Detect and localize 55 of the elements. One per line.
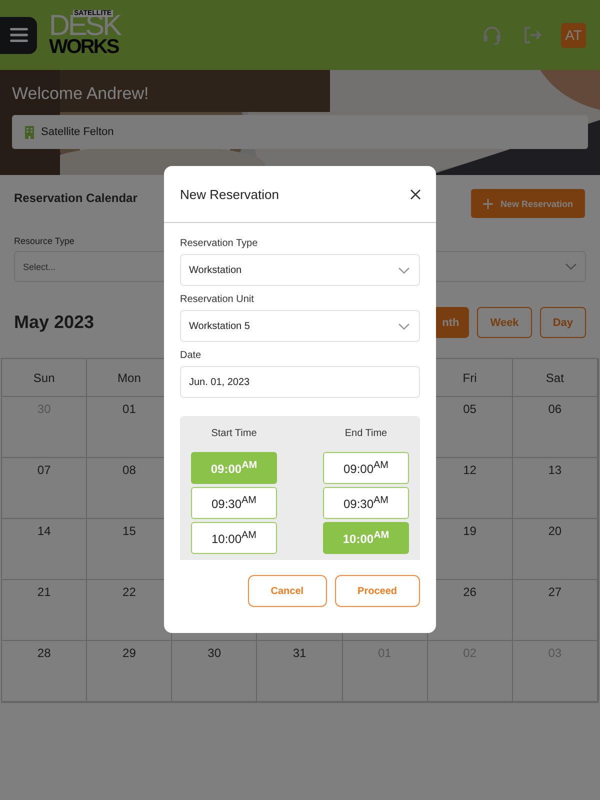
location-field[interactable]: Satellite Felton [12,115,588,149]
column-heading: End Time [344,428,388,439]
day-number: 21 [37,585,51,599]
day-number: 06 [548,402,562,416]
calendar-cell[interactable]: 31 [257,641,343,702]
calendar-cell[interactable]: 29 [87,641,172,702]
day-number: 22 [122,585,136,599]
location-text: Satellite Felton [41,126,114,138]
weekday-label: Fri [462,370,477,384]
calendar-cell[interactable]: 30 [172,641,258,702]
dialog-title: New Reservation [180,186,279,202]
day-number: 29 [122,646,136,660]
month-title: May 2023 [14,312,94,333]
time-slot[interactable]: 09:00$^{AM}$ [323,452,409,484]
calendar-cell[interactable]: 14 [2,519,88,580]
section-title: Reservation Calendar [14,191,138,205]
dropdown[interactable]: Workstation 5 [180,310,420,342]
weekday-label: Sat [546,370,564,384]
field-label: Reservation Unit [180,294,255,305]
calendar-cell[interactable]: 28 [2,641,88,702]
day-number: 15 [122,524,136,538]
date-field[interactable]: Jun. 01, 2023 [180,366,420,398]
weekday-label: Mon [118,370,141,384]
calendar-cell[interactable]: 20 [512,519,598,580]
day-number: 20 [548,524,562,538]
calendar-cell[interactable]: 21 [2,580,88,641]
calendar-cell[interactable]: 27 [512,580,598,641]
day-number: 07 [37,463,51,477]
day-number: 12 [463,463,476,477]
day-number: 19 [463,524,476,538]
column-heading: Start Time [210,428,258,439]
weekday-label: Sun [33,370,55,384]
day-number: 08 [122,463,136,477]
time-slot[interactable]: 09:30$^{AM}$ [323,487,409,519]
welcome-heading: Welcome Andrew! [12,84,150,104]
time-slot[interactable]: 10:00$^{AM}$ [191,522,277,554]
calendar-cell[interactable]: 06 [512,397,598,458]
day-number: 31 [292,646,306,660]
day-number: 27 [548,585,562,599]
day-number: 01 [122,402,136,416]
field-label: Resource Type [14,236,74,246]
day-number: 05 [463,402,476,416]
proceed-button[interactable]: Proceed [334,575,420,607]
calendar-cell[interactable]: 13 [512,458,598,519]
day-number: 30 [208,646,222,660]
day-number: 14 [37,524,51,538]
field-label: Date [180,350,202,361]
calendar-cell[interactable]: 07 [2,458,88,519]
day-number: 26 [463,585,476,599]
field-label: Reservation Type [180,238,259,249]
dropdown[interactable]: Workstation [180,254,420,286]
cancel-button[interactable]: Cancel [248,575,327,607]
day-number: 13 [548,463,562,477]
time-slot[interactable]: 09:30$^{AM}$ [191,487,277,519]
day-number: 28 [37,646,51,660]
